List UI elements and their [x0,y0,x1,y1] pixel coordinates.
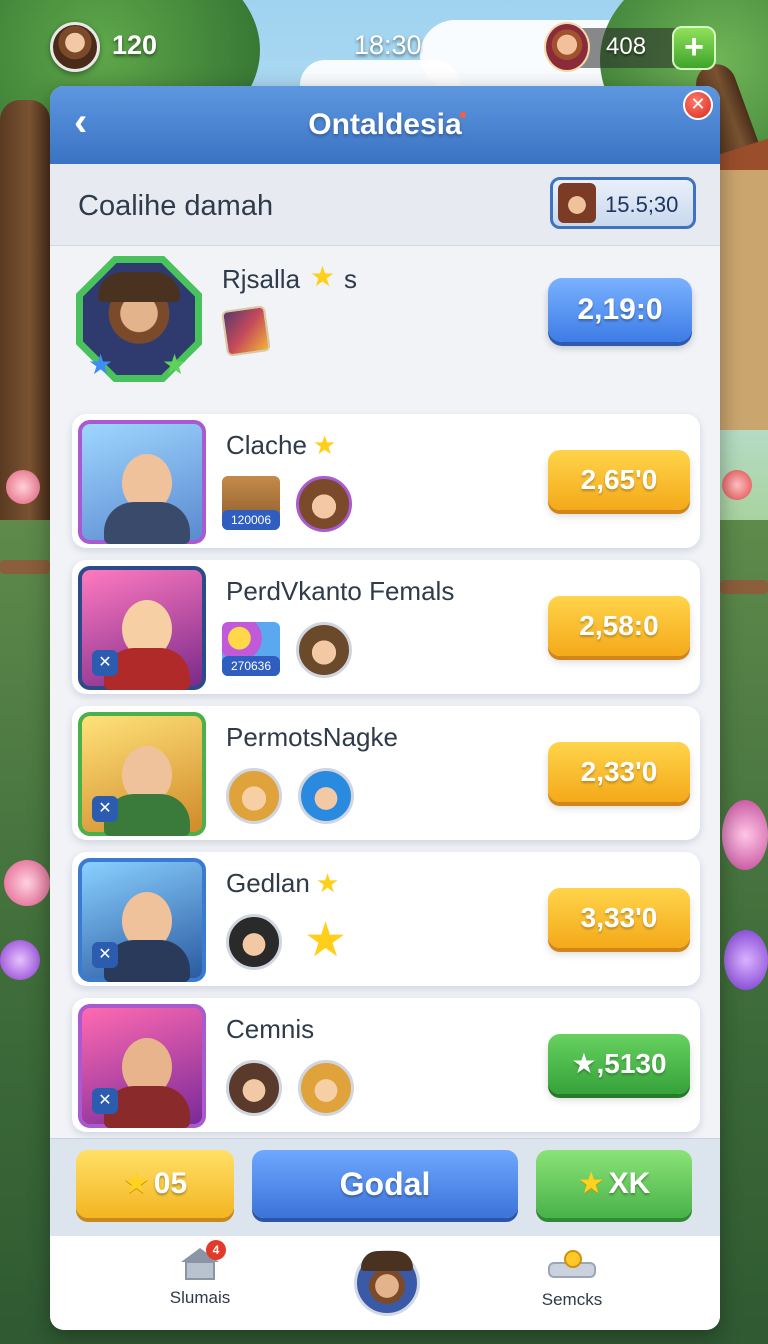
panel-title: Ontaldesia [308,108,462,141]
cowboy-hat-icon [98,272,180,302]
hero-portrait: ✕ [78,712,206,836]
row-name: Gedlan ★ [226,868,340,898]
hero-portrait: ✕ [78,566,206,690]
leaderboard-row[interactable]: ✕ Gedlan ★ ★ 3,33'0 [72,852,700,986]
leaderboard-panel: ‹ Ontaldesia ✕ Coalihe damah 15.5;30 ★ ★… [50,86,720,1330]
x-badge-icon: ✕ [92,942,118,968]
cowboy-hat-icon [361,1251,413,1271]
star-icon: ★ [312,430,337,460]
companion-avatar [298,1060,354,1116]
flower [724,930,768,990]
hero-portrait: ✕ [78,1004,206,1128]
leaderboard-row[interactable]: ✕ PerdVkanto Femals 270636 2,58:0 [72,560,700,694]
flower [0,940,40,980]
x-badge-icon: ✕ [92,650,118,676]
timer-avatar-icon [558,183,596,223]
panel-header: ‹ Ontaldesia ✕ [50,86,720,164]
nav-item-home[interactable]: Slumais [160,1248,240,1308]
row-name: Clache ★ [226,430,337,460]
star-icon: ★ [577,1167,605,1200]
featured-name: Rjsalla [222,264,301,294]
hero-armor [104,502,190,544]
x-badge-icon: ✕ [92,1088,118,1114]
nav-label: Slumais [169,1288,231,1307]
flower [722,800,768,870]
star-icon: ★ [315,868,340,898]
companion-avatar [298,768,354,824]
companion-avatar [226,1060,282,1116]
hero-portrait [78,420,206,544]
leaderboard-row[interactable]: ✕ PermotsNagke 2,33'0 [72,706,700,840]
player-level: 120 [112,30,158,60]
green-star-icon: ★ [162,349,188,380]
featured-score-button[interactable]: 2,19:0 [548,278,692,342]
coin-value: 408 [606,33,647,60]
currency-avatar-icon [544,22,590,72]
score-button[interactable]: 3,33'0 [548,888,690,948]
fence-rail [720,580,768,594]
goal-button[interactable]: Godal [252,1150,518,1218]
companion-avatar [296,622,352,678]
item-tag: 270636 [222,656,280,676]
hero-portrait: ✕ [78,858,206,982]
leaderboard-row[interactable]: Clache ★ 120006 2,65'0 [72,414,700,548]
section-title: Coalihe damah [78,190,274,222]
flower [722,470,752,500]
nav-label: Semcks [541,1290,603,1309]
notification-badge: 4 [206,1240,226,1260]
star-icon: ★ [310,261,336,292]
companion-avatar [296,476,352,532]
row-name: PermotsNagke [226,722,398,752]
star-reward-button[interactable]: ★ 05 [76,1150,234,1218]
flower [4,860,50,906]
item-tag: 120006 [222,510,280,530]
row-name: Cemnis [226,1014,315,1044]
nav-item-rewards[interactable]: Semcks [532,1250,612,1310]
close-button[interactable]: ✕ [683,90,713,120]
ok-button[interactable]: ★ XK [536,1150,692,1218]
fence-rail [0,560,50,574]
blue-star-icon: ★ [88,349,114,380]
score-button[interactable]: ★,5130 [548,1034,690,1094]
flower [6,470,40,504]
card-pack-icon [221,305,271,357]
featured-name-suffix: s [344,264,357,294]
companion-avatar [226,768,282,824]
score-button[interactable]: 2,58:0 [548,596,690,656]
coin-tray-icon [548,1250,596,1280]
player-avatar[interactable] [50,22,100,72]
x-badge-icon: ✕ [92,796,118,822]
row-name: PerdVkanto Femals [226,576,455,606]
score-button[interactable]: 2,33'0 [548,742,690,802]
timer-text: 15.5;30 [605,192,679,217]
star-icon: ★ [122,1167,150,1200]
top-hud: 120 18:30 408 + [0,0,768,92]
clock: 18:30 [354,30,422,60]
score-button[interactable]: 2,65'0 [548,450,690,510]
notification-dot [460,112,466,118]
big-star-icon: ★ [304,914,348,967]
companion-avatar [226,914,282,970]
leaderboard-row[interactable]: ✕ Cemnis ★,5130 [72,998,700,1132]
add-currency-button[interactable]: + [672,26,716,70]
